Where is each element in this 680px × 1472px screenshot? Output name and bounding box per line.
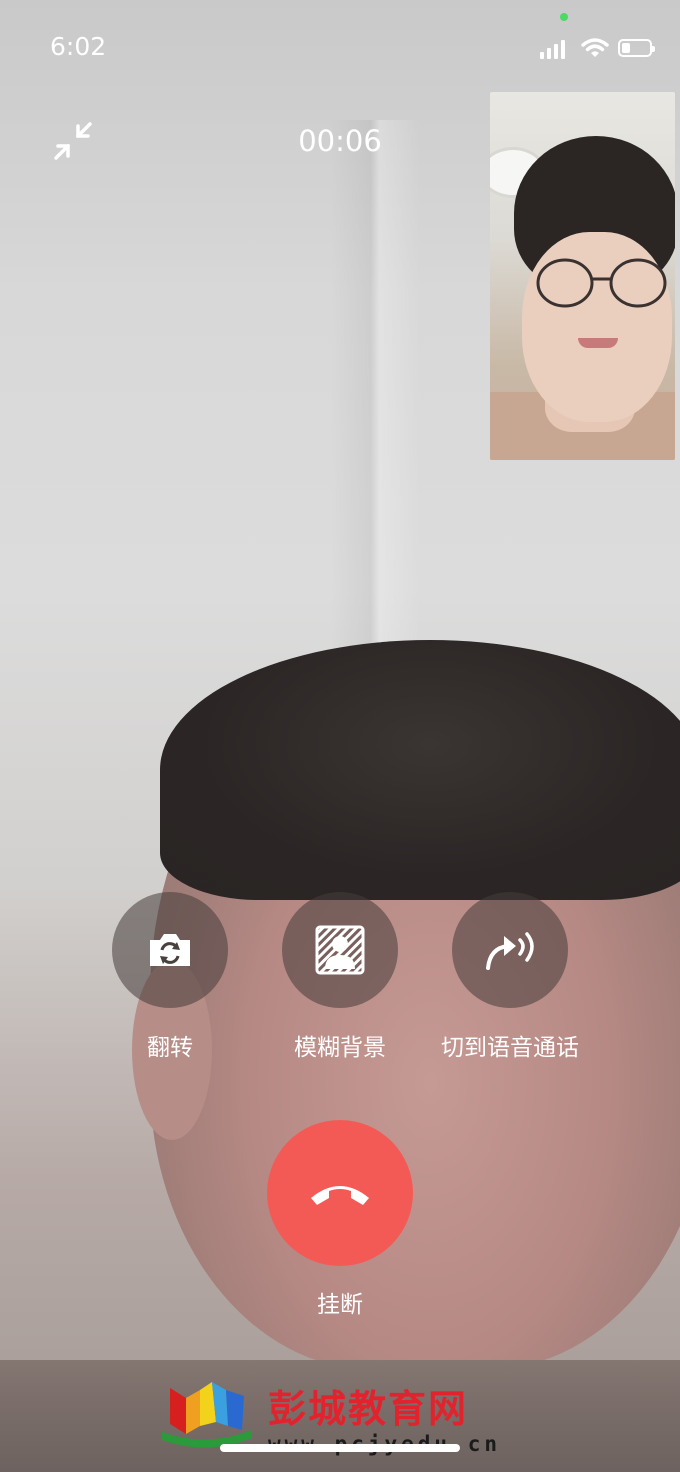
switch-to-voice-icon — [486, 932, 534, 970]
watermark: 彭城教育网 www.pcjyedu.cn — [160, 1376, 520, 1466]
hangup-button[interactable] — [267, 1120, 413, 1266]
home-indicator[interactable] — [220, 1444, 460, 1452]
switch-to-voice-button[interactable] — [452, 892, 568, 1008]
self-view-preview[interactable] — [490, 92, 675, 460]
status-time: 6:02 — [50, 32, 107, 61]
camera-in-use-indicator — [560, 13, 568, 21]
hangup-phone-icon — [311, 1186, 369, 1205]
battery-icon — [618, 39, 655, 57]
flip-camera-button[interactable] — [112, 892, 228, 1008]
blur-background-button[interactable] — [282, 892, 398, 1008]
watermark-title: 彭城教育网 — [268, 1386, 469, 1431]
self-view-mouth — [578, 338, 618, 348]
wifi-icon — [581, 38, 609, 57]
switch-to-voice-label: 切到语音通话 — [441, 1035, 579, 1061]
camera-flip-icon — [150, 934, 190, 966]
video-call-screen: 6:02 00:06 翻转 模糊背景 切到语音通话 挂断 彭城教育网 — [0, 0, 680, 1472]
cellular-signal-icon — [540, 39, 565, 59]
blur-background-icon — [315, 925, 365, 975]
remote-video-hair — [160, 640, 680, 900]
background-wall-fold — [330, 120, 420, 680]
self-view-glasses — [536, 258, 667, 308]
hangup-label: 挂断 — [317, 1292, 363, 1318]
